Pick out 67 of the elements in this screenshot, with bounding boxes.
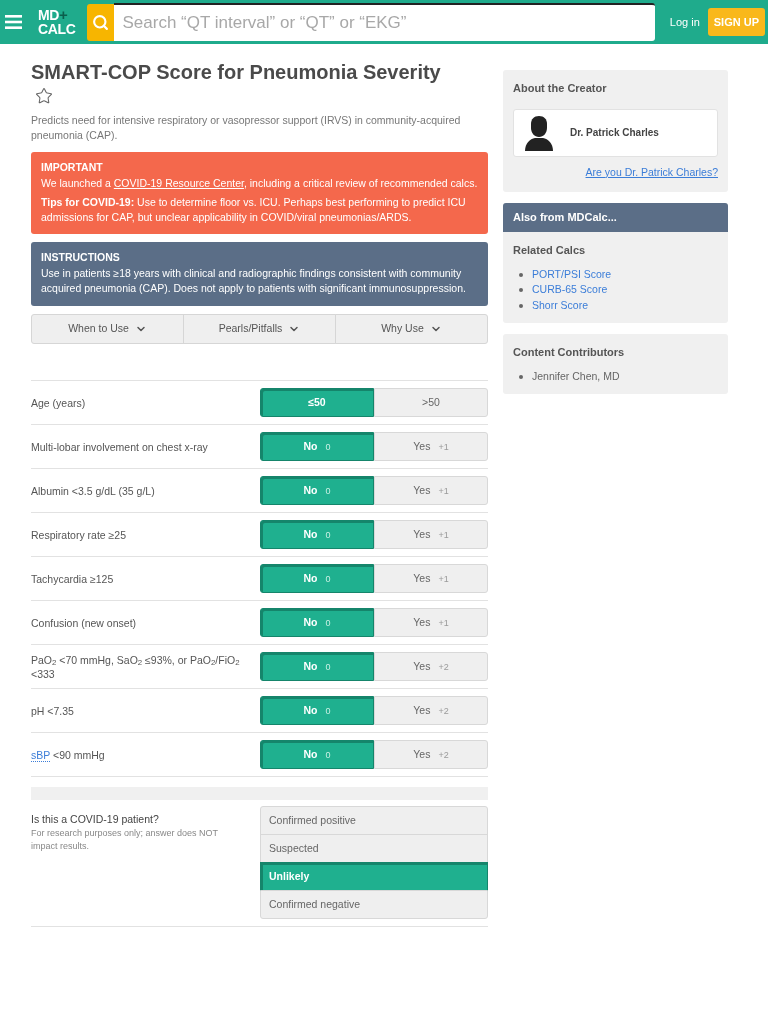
login-link[interactable]: Log in xyxy=(669,13,700,31)
answer-option[interactable]: Unlikely xyxy=(260,862,488,891)
option-button[interactable]: Yes +2 xyxy=(374,696,488,725)
related-calc-link[interactable]: Shorr Score xyxy=(532,297,589,314)
option-button[interactable]: No 0 xyxy=(260,564,374,593)
term-link[interactable]: sBP xyxy=(31,748,51,762)
star-icon[interactable] xyxy=(35,87,53,105)
answer-option[interactable]: Confirmed negative xyxy=(260,890,488,919)
resource-center-link[interactable]: COVID-19 Resource Center xyxy=(113,177,244,189)
criterion-label: pH <7.35 xyxy=(31,703,75,718)
option-button[interactable]: No 0 xyxy=(260,520,374,549)
bullet-icon xyxy=(519,288,523,293)
criterion-label: Confusion (new onset) xyxy=(31,615,138,630)
search-button[interactable] xyxy=(87,3,115,41)
criterion-label: sBP <90 mmHg xyxy=(31,747,106,762)
option-button[interactable]: Yes +1 xyxy=(374,520,488,549)
creator-name: Dr. Patrick Charles xyxy=(570,126,659,140)
option-button[interactable]: No 0 xyxy=(260,432,374,461)
covid-note: For research purposes only; answer does NOT impact results. xyxy=(31,827,219,853)
claim-profile-link[interactable]: Are you Dr. Patrick Charles? xyxy=(585,165,718,178)
related-calc-link[interactable]: CURB-65 Score xyxy=(532,282,608,299)
instructions-heading: INSTRUCTIONS xyxy=(41,250,121,265)
option-button[interactable]: No 0 xyxy=(260,476,374,505)
option-button[interactable]: Yes +2 xyxy=(374,740,488,769)
related-calc-link[interactable]: PORT/PSI Score xyxy=(532,266,612,283)
criterion-label: Age (years) xyxy=(31,395,87,410)
info-tab[interactable]: Why Use xyxy=(335,314,488,344)
option-button[interactable]: No 0 xyxy=(260,696,374,725)
logo[interactable]: MD+ CALC xyxy=(38,8,76,36)
creator-heading: About the Creator xyxy=(513,81,608,96)
info-tab[interactable]: Pearls/Pitfalls xyxy=(183,314,336,344)
option-button[interactable]: No 0 xyxy=(260,740,374,769)
info-tab[interactable]: When to Use xyxy=(31,314,184,344)
option-button[interactable]: Yes +1 xyxy=(374,608,488,637)
bullet-icon xyxy=(519,272,523,277)
search-field[interactable]: Search “QT interval” or “QT” or “EKG” xyxy=(114,3,655,41)
criterion-label: Respiratory rate ≥25 xyxy=(31,527,128,542)
calculator-description: Predicts need for intensive respiratory or vasopressor support (IRVS) in community-acquired pneumonia (CAP). xyxy=(31,113,462,143)
bullet-icon xyxy=(519,303,523,308)
search-icon xyxy=(92,13,110,31)
instructions-text: Use in patients ≥18 years with clinical and radiographic findings consistent with community acquired pneumonia (CAP). Does not apply to patients with significant immunosuppression. xyxy=(41,266,467,296)
menu-icon[interactable] xyxy=(5,15,22,29)
option-button[interactable]: Yes +2 xyxy=(374,652,488,681)
criterion-label: Albumin <3.5 g/dL (35 g/L) xyxy=(31,483,156,498)
covid-question: Is this a COVID-19 patient? xyxy=(31,812,160,826)
criterion-label: Tachycardia ≥125 xyxy=(31,571,115,586)
option-button[interactable]: No 0 xyxy=(260,652,374,681)
option-button[interactable]: Yes +1 xyxy=(374,476,488,505)
answer-option[interactable]: Confirmed positive xyxy=(260,806,488,835)
important-text: We launched a COVID-19 Resource Center, including a critical review of recommended calcs. xyxy=(41,176,478,191)
related-heading: Related Calcs xyxy=(513,242,587,258)
bullet-icon xyxy=(519,374,523,379)
contributors-heading: Content Contributors xyxy=(513,344,626,360)
option-button[interactable]: >50 xyxy=(374,388,488,417)
tips-text: Tips for COVID-19: Use to determine floor vs. ICU. Perhaps best performing to predict ICU admissions for CAP, but unclear applicability in COVID/viral pneumonias/ARDS. xyxy=(41,195,467,225)
related-panel-title: Also from MDCalc... xyxy=(513,209,617,225)
criterion-label: PaO$_{2}$ <70 mmHg, SaO$_{2}$ ≤93%, or PaO$_{2}$/FiO$_{2}$ <333 xyxy=(31,652,241,681)
option-button[interactable]: ≤50 xyxy=(260,388,374,417)
important-heading: IMPORTANT xyxy=(41,160,104,175)
criterion-label: Multi-lobar involvement on chest x-ray xyxy=(31,439,209,454)
answer-option[interactable]: Suspected xyxy=(260,834,488,863)
option-button[interactable]: Yes +1 xyxy=(374,432,488,461)
contributor-name: Jennifer Chen, MD xyxy=(532,368,620,384)
avatar-icon xyxy=(524,114,554,151)
option-button[interactable]: Yes +1 xyxy=(374,564,488,593)
page-title: SMART-COP Score for Pneumonia Severity xyxy=(31,60,442,85)
option-button[interactable]: No 0 xyxy=(260,608,374,637)
